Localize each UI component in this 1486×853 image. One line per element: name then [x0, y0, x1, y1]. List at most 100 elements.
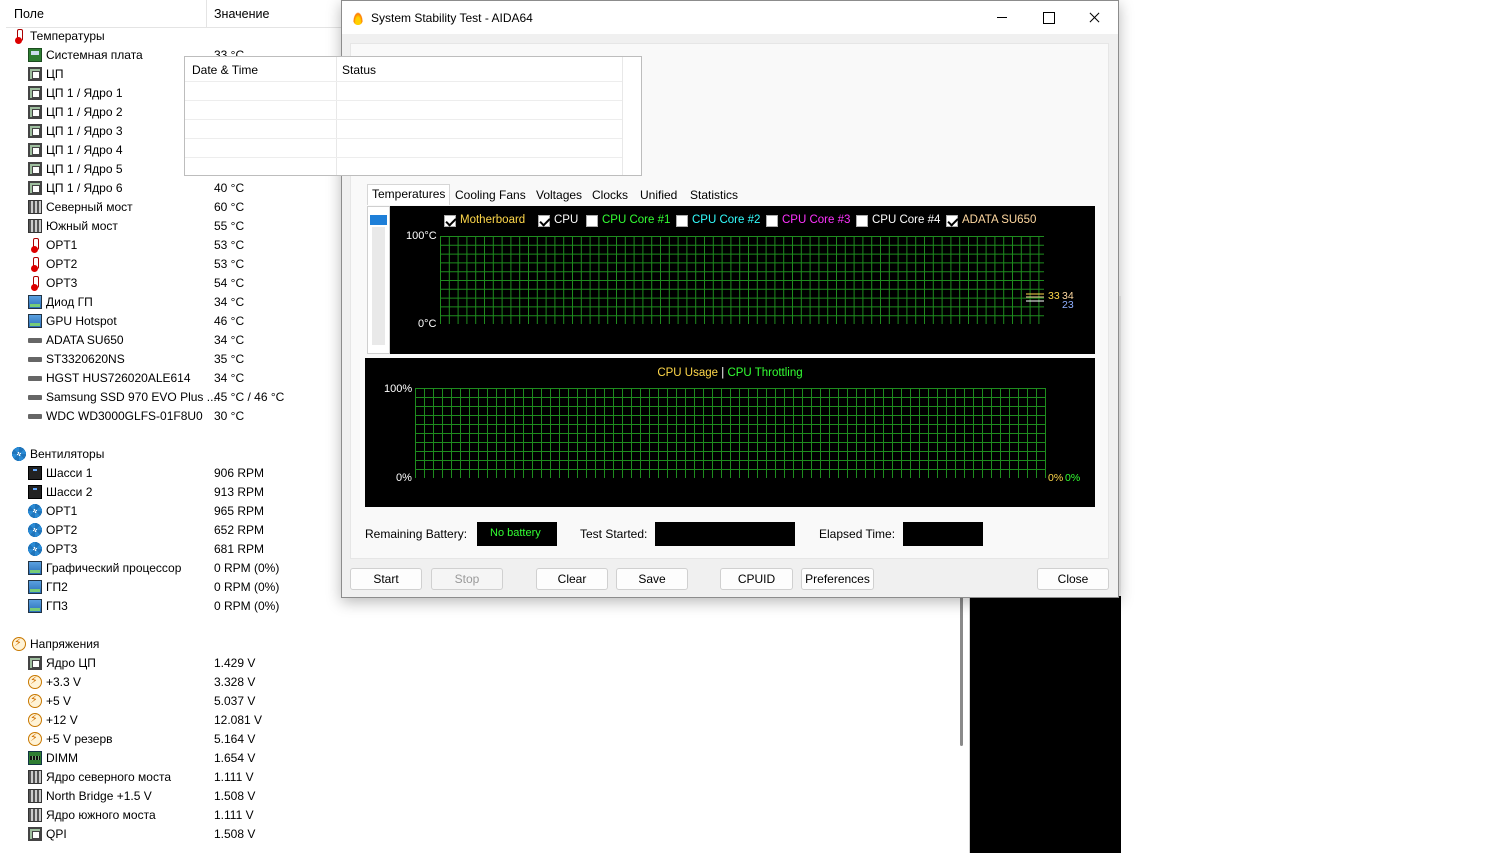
sensor-row[interactable]: +3.3 V 3.328 V	[6, 673, 966, 692]
save-button[interactable]: Save	[616, 568, 688, 590]
sensor-name: OPT3	[46, 542, 78, 556]
sensor-name: Вентиляторы	[30, 447, 105, 461]
sensor-value: 906 RPM	[214, 466, 265, 480]
clear-button[interactable]: Clear	[536, 568, 608, 590]
log-column-date-time[interactable]: Date & Time	[192, 63, 258, 77]
legend-checkbox[interactable]	[946, 215, 958, 227]
tab-voltages[interactable]: Voltages	[532, 186, 586, 205]
sensor-name: Samsung SSD 970 EVO Plus ...	[46, 390, 217, 404]
sensor-name: ЦП 1 / Ядро 3	[46, 124, 123, 138]
bridge-chip-icon	[28, 200, 42, 214]
bridge-chip-icon	[28, 808, 42, 822]
usage-axis-top-label: 100%	[384, 383, 413, 395]
temp-axis-bottom-label: 0°C	[418, 318, 437, 330]
sensor-row[interactable]: Ядро южного моста 1.111 V	[6, 806, 966, 825]
close-button[interactable]: Close	[1037, 568, 1109, 590]
cpu-chip-icon	[28, 67, 42, 81]
sensor-name: QPI	[46, 827, 67, 841]
sensor-value: 40 °C	[214, 181, 245, 195]
sensor-row[interactable]: Ядро северного моста 1.111 V	[6, 768, 966, 787]
legend-checkbox[interactable]	[676, 215, 688, 227]
sensor-row[interactable]: +12 V 12.081 V	[6, 711, 966, 730]
legend-label: CPU Core #3	[782, 214, 851, 226]
voltage-icon	[28, 712, 42, 727]
cpu-chip-icon	[28, 162, 42, 176]
sensor-row[interactable]: ГП3 0 RPM (0%)	[6, 597, 966, 616]
sensor-group[interactable]: Напряжения	[6, 635, 966, 654]
legend-checkbox[interactable]	[444, 215, 456, 227]
sensor-row[interactable]: QPI 1.508 V	[6, 825, 966, 844]
legend-checkbox[interactable]	[856, 215, 868, 227]
aida64-flame-icon	[352, 10, 364, 26]
sensor-value: 0 RPM (0%)	[214, 599, 280, 613]
legend-checkbox[interactable]	[538, 215, 550, 227]
maximize-button[interactable]	[1025, 1, 1071, 34]
test-started-label: Test Started:	[580, 527, 648, 541]
sensor-name: North Bridge +1.5 V	[46, 789, 152, 803]
cpu-throttling-title: CPU Throttling	[727, 367, 803, 379]
case-icon	[28, 485, 42, 499]
sensor-name: Системная плата	[46, 48, 143, 62]
gpu-icon	[28, 599, 42, 613]
legend-checkbox[interactable]	[586, 215, 598, 227]
temp-readout-motherboard: 33	[1048, 290, 1060, 302]
sensor-name: OPT1	[46, 238, 78, 252]
stop-button[interactable]: Stop	[431, 568, 503, 590]
tab-unified[interactable]: Unified	[636, 186, 681, 205]
tab-cooling-fans[interactable]: Cooling Fans	[451, 186, 530, 205]
test-log-table[interactable]: Date & Time Status	[184, 56, 642, 176]
column-header-value[interactable]: Значение	[214, 7, 269, 21]
sensor-value: 1.654 V	[214, 751, 256, 765]
bridge-chip-icon	[28, 219, 42, 233]
title-separator: |	[721, 367, 725, 379]
sensor-value: 53 °C	[214, 238, 245, 252]
column-header-field[interactable]: Поле	[14, 7, 44, 21]
cpu-chip-icon	[28, 656, 42, 670]
thermometer-icon	[28, 238, 42, 253]
bridge-chip-icon	[28, 770, 42, 784]
sensor-name: HGST HUS726020ALE614	[46, 371, 191, 385]
preferences-button[interactable]: Preferences	[801, 568, 874, 590]
start-button[interactable]: Start	[350, 568, 422, 590]
temperature-item-scroller[interactable]	[367, 206, 390, 354]
sensor-value: 55 °C	[214, 219, 245, 233]
elapsed-time-value	[903, 522, 983, 546]
sensor-name: ЦП	[46, 67, 64, 81]
sensor-value: 54 °C	[214, 276, 245, 290]
sensor-row[interactable]: Ядро ЦП 1.429 V	[6, 654, 966, 673]
sensor-name: +3.3 V	[46, 675, 82, 689]
sensor-name: ЦП 1 / Ядро 5	[46, 162, 123, 176]
sensor-value: 1.508 V	[214, 789, 256, 803]
sensor-list-scrollbar[interactable]	[957, 596, 967, 746]
sensor-row[interactable]: North Bridge +1.5 V 1.508 V	[6, 787, 966, 806]
temperature-grid	[440, 236, 1044, 324]
fan-icon	[12, 447, 26, 461]
log-column-status[interactable]: Status	[342, 63, 376, 77]
tab-clocks[interactable]: Clocks	[588, 186, 632, 205]
sensor-row[interactable]: DIMM 1.654 V	[6, 749, 966, 768]
battery-value: No battery	[477, 522, 557, 546]
fan-icon	[28, 542, 42, 556]
scroller-selected-item[interactable]	[370, 215, 387, 225]
sensor-row[interactable]: +5 V 5.037 V	[6, 692, 966, 711]
title-bar[interactable]: System Stability Test - AIDA64	[342, 1, 1118, 34]
sensor-name: +5 V	[46, 694, 72, 708]
sensor-value: 46 °C	[214, 314, 245, 328]
sensor-value: 3.328 V	[214, 675, 256, 689]
sensor-row[interactable]: +5 V резерв 5.164 V	[6, 730, 966, 749]
legend-label: Motherboard	[460, 214, 526, 226]
minimize-button[interactable]	[979, 1, 1025, 34]
cpuid-button[interactable]: CPUID	[720, 568, 793, 590]
tab-statistics[interactable]: Statistics	[686, 186, 742, 205]
cpu-chip-icon	[28, 181, 42, 195]
tab-temperatures[interactable]: Temperatures	[367, 184, 451, 205]
sensor-spacer	[6, 616, 966, 635]
close-window-button[interactable]	[1071, 1, 1117, 34]
cpu-chip-icon	[28, 105, 42, 119]
gpu-icon	[28, 314, 42, 328]
temp-axis-top-label: 100°C	[406, 230, 437, 242]
dimm-icon	[28, 751, 42, 765]
sensor-value: 34 °C	[214, 371, 245, 385]
legend-checkbox[interactable]	[766, 215, 778, 227]
sensor-value: 1.111 V	[214, 770, 254, 784]
